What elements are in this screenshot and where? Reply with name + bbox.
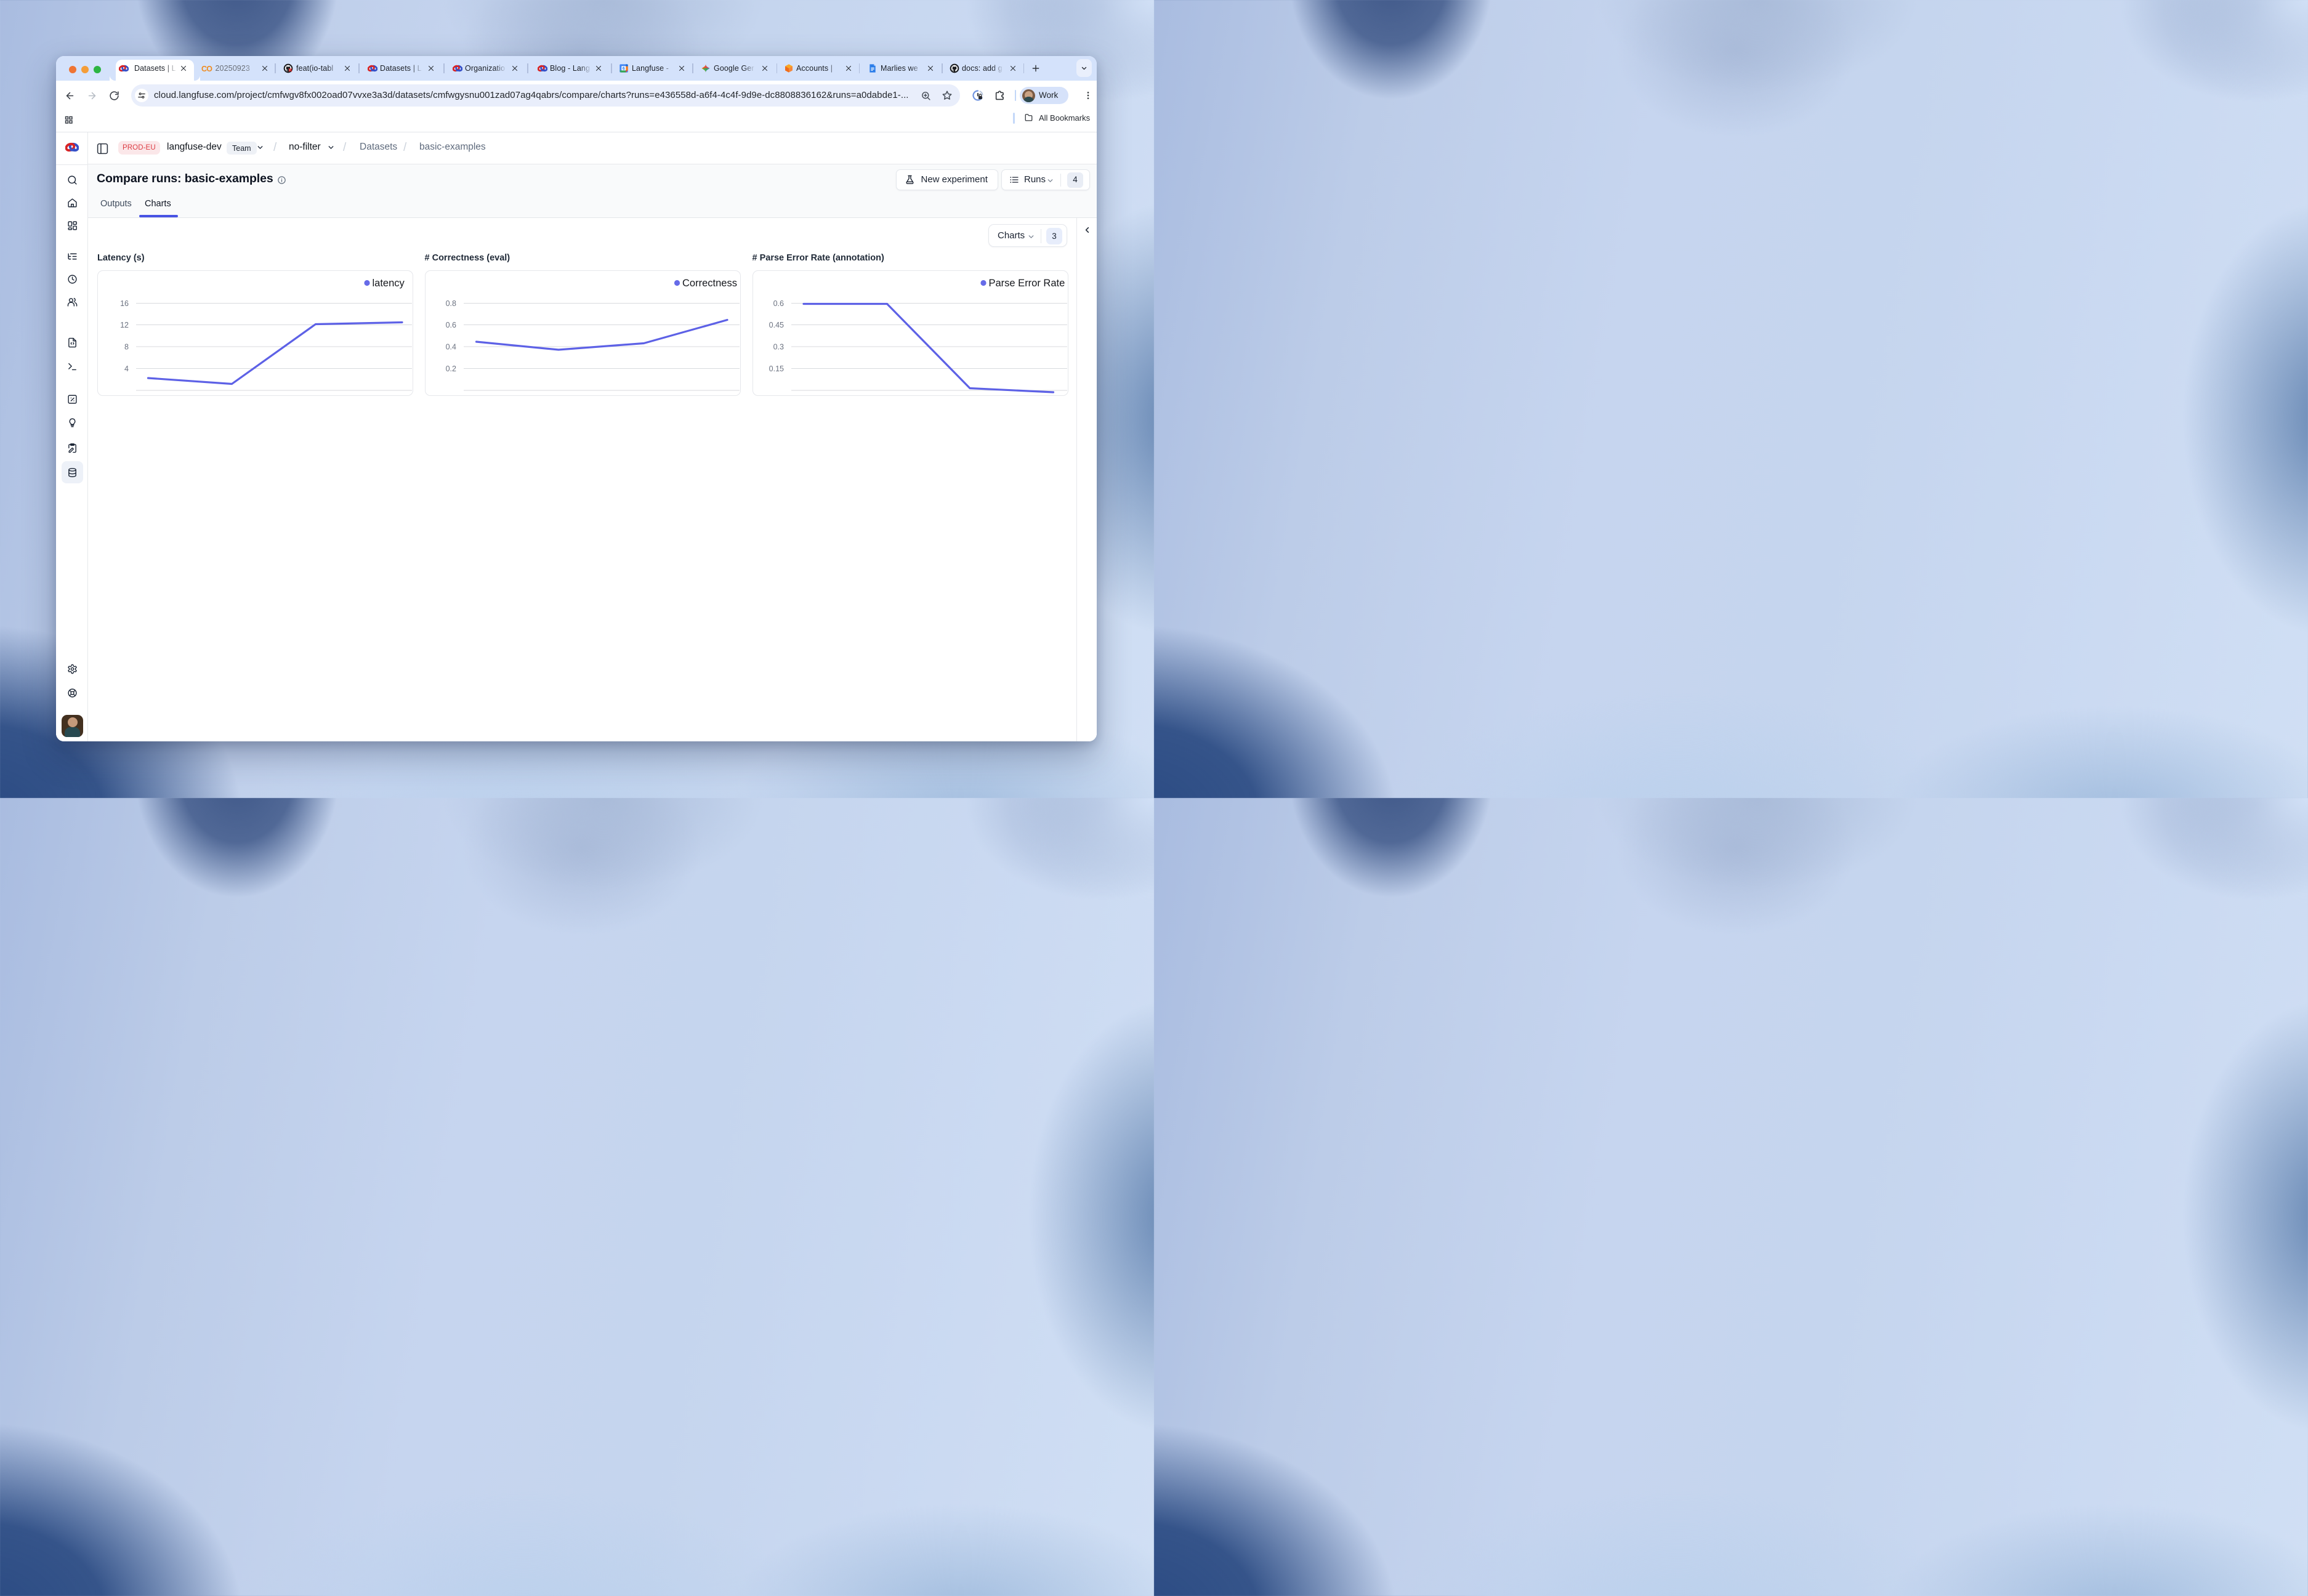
svg-text:latency: latency xyxy=(373,278,405,289)
svg-text:6: 6 xyxy=(623,66,625,71)
svg-text:0.4: 0.4 xyxy=(445,342,456,351)
svg-text:Parse Error Rate: Parse Error Rate xyxy=(988,278,1065,289)
svg-text:0.45: 0.45 xyxy=(769,321,783,329)
svg-text:16: 16 xyxy=(120,299,129,308)
svg-text:Correctness: Correctness xyxy=(682,278,737,289)
svg-text:0.2: 0.2 xyxy=(445,365,456,373)
svg-text:4: 4 xyxy=(124,365,129,373)
svg-text:0.6: 0.6 xyxy=(773,299,783,308)
svg-text:0.6: 0.6 xyxy=(445,321,456,329)
svg-text:0.15: 0.15 xyxy=(769,365,783,373)
svg-text:0.8: 0.8 xyxy=(445,299,456,308)
svg-text:12: 12 xyxy=(120,321,129,329)
svg-text:8: 8 xyxy=(124,342,129,351)
svg-text:0.3: 0.3 xyxy=(773,342,783,351)
